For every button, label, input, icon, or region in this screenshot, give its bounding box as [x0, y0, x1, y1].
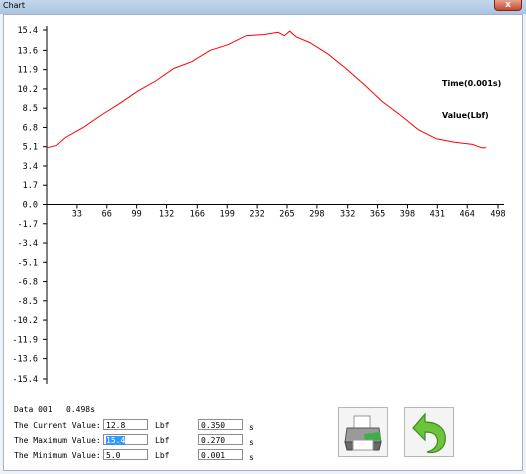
- data-label: Data 001: [14, 405, 53, 414]
- x-tick-label: 298: [309, 210, 324, 220]
- x-tick-label: 33: [72, 210, 82, 220]
- y-tick-label: -11.9: [12, 335, 38, 345]
- elapsed-time: 0.498s: [66, 405, 95, 414]
- x-tick-label: 166: [190, 210, 205, 220]
- y-tick-label: 5.1: [23, 143, 38, 153]
- y-tick-label: -15.4: [12, 375, 38, 385]
- y-axis-ticks: 15.4 13.6 11.9 10.2 8.5 6.8 5.1 3.4 1.7 0.0 -1.7 -3…: [12, 26, 47, 385]
- max-time-field[interactable]: 0.270: [198, 434, 243, 445]
- y-tick-label: 8.5: [23, 104, 38, 114]
- y-tick-label: -3.4: [18, 239, 38, 249]
- y-tick-label: 10.2: [18, 85, 38, 95]
- y-tick-label: -10.2: [12, 316, 38, 326]
- min-time-field[interactable]: 0.001: [198, 449, 243, 460]
- max-value-label: The Maximum Value:: [14, 436, 101, 445]
- current-value-label: The Current Value:: [14, 421, 101, 430]
- x-tick-label: 232: [249, 210, 264, 220]
- y-tick-label: -13.6: [12, 355, 38, 365]
- y-tick-label: 6.8: [23, 123, 38, 133]
- min-value-unit: Lbf: [155, 451, 170, 460]
- x-tick-label: 66: [102, 210, 112, 220]
- y-tick-label: 3.4: [23, 162, 38, 172]
- x-tick-label: 365: [370, 210, 385, 220]
- current-value-field[interactable]: 12.8: [103, 419, 148, 430]
- x-tick-label: 332: [340, 210, 355, 220]
- x-tick-label: 398: [400, 210, 415, 220]
- y-tick-label: -5.1: [18, 258, 38, 268]
- min-value-field[interactable]: 5.0: [103, 449, 148, 460]
- y-tick-label: -6.8: [18, 278, 38, 288]
- back-arrow-icon: [412, 412, 446, 454]
- y-tick-label: 1.7: [23, 181, 38, 191]
- x-tick-label: 265: [279, 210, 294, 220]
- x-tick-label: 498: [490, 210, 505, 220]
- current-time-unit: s: [249, 423, 254, 432]
- min-time-unit: s: [249, 453, 254, 462]
- y-tick-label: 13.6: [18, 46, 38, 56]
- current-time-field[interactable]: 0.350: [198, 419, 243, 430]
- legend-value: Value(Lbf): [442, 111, 489, 120]
- y-tick-label: -1.7: [18, 220, 38, 230]
- x-tick-label: 99: [132, 210, 142, 220]
- print-button[interactable]: [338, 407, 388, 457]
- x-tick-label: 431: [430, 210, 445, 220]
- max-time-unit: s: [249, 438, 254, 447]
- x-tick-label: 132: [159, 210, 174, 220]
- series-line-value: [46, 30, 487, 149]
- printer-icon: [344, 415, 382, 451]
- chart-axes: [46, 26, 504, 384]
- y-tick-label: 11.9: [18, 66, 38, 76]
- line-chart: 15.4 13.6 11.9 10.2 8.5 6.8 5.1 3.4 1.7 0.0 -1.7 -3…: [12, 26, 506, 385]
- back-button[interactable]: [404, 407, 454, 457]
- y-tick-label: -8.5: [18, 297, 38, 307]
- max-value-field[interactable]: 15.4: [103, 434, 148, 445]
- x-tick-label: 199: [220, 210, 235, 220]
- y-tick-label: 15.4: [18, 26, 38, 36]
- x-tick-label: 464: [460, 210, 475, 220]
- x-axis-ticks: 33 66 99 132 166 199 232 265 298 332 365 398 431 464 4…: [72, 204, 506, 220]
- max-value-unit: Lbf: [155, 436, 170, 445]
- current-value-unit: Lbf: [155, 421, 170, 430]
- min-value-label: The Minimum Value:: [14, 451, 101, 460]
- y-tick-label: 0.0: [23, 201, 38, 211]
- legend-time: Time(0.001s): [442, 79, 501, 88]
